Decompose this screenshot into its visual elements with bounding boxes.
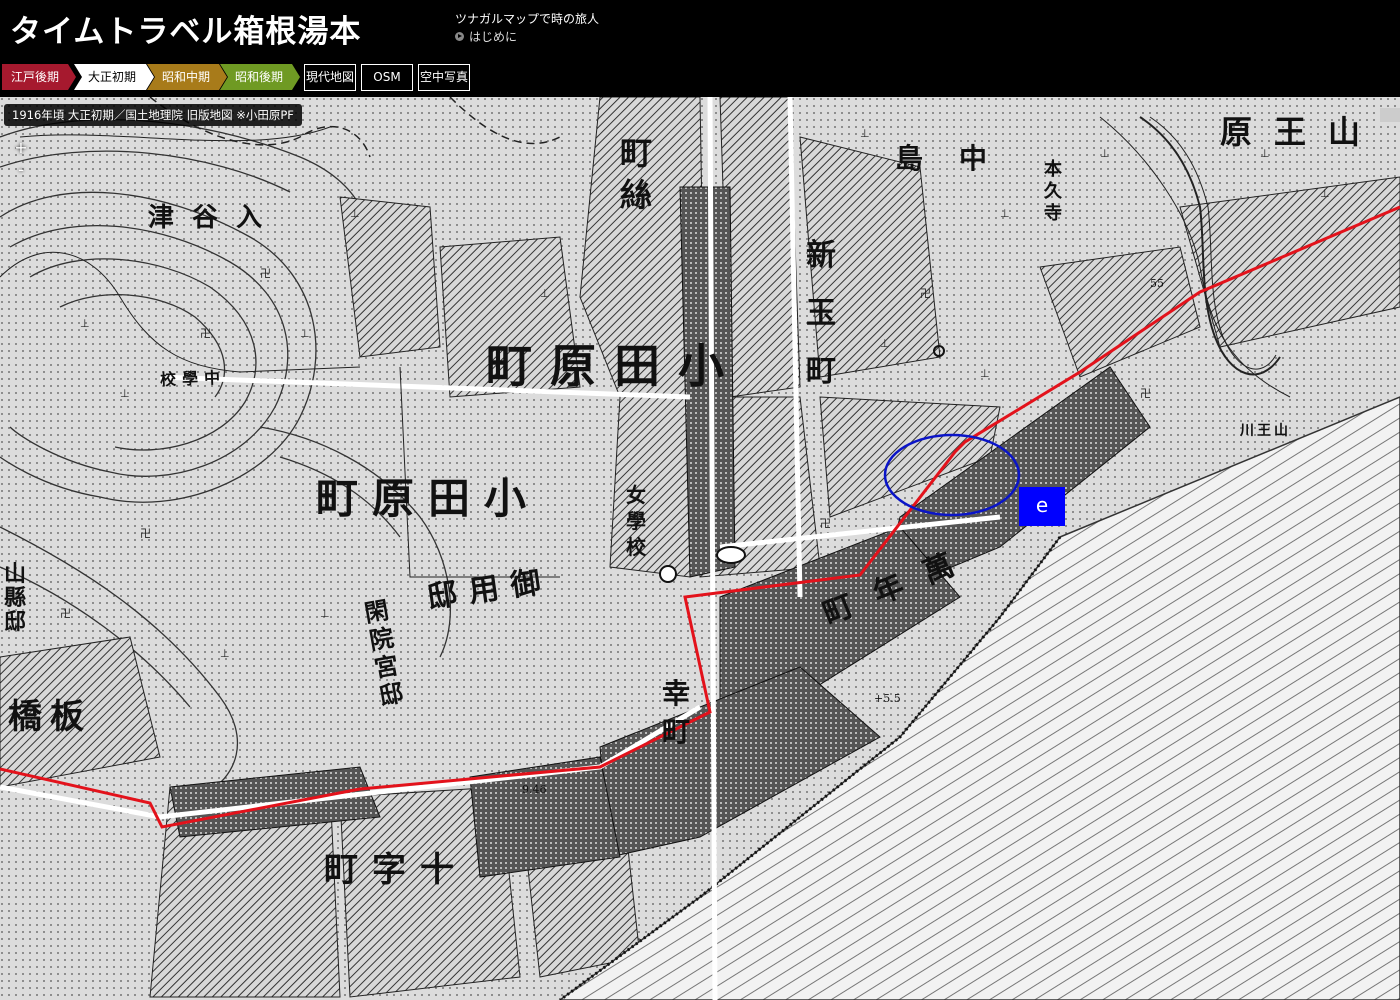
- modern-map-button[interactable]: 現代地図: [304, 64, 356, 91]
- svg-text:卍: 卍: [920, 287, 931, 300]
- svg-text:⊥: ⊥: [540, 287, 550, 300]
- svg-text:⊥: ⊥: [1000, 207, 1010, 220]
- era-tab-showa-late[interactable]: 昭和後期: [220, 64, 300, 90]
- zoom-in-button[interactable]: +: [10, 137, 32, 159]
- svg-text:⊥: ⊥: [80, 317, 90, 330]
- svg-text:卍: 卍: [140, 527, 151, 540]
- era-tab-label: 大正初期: [87, 70, 136, 84]
- svg-text:⊥: ⊥: [300, 327, 310, 340]
- map-label-girls-school: 女學校: [626, 483, 646, 559]
- svg-text:⊥: ⊥: [120, 387, 130, 400]
- svg-text:⊥: ⊥: [1320, 187, 1330, 200]
- map-label-middle-school: 校學中: [159, 367, 227, 390]
- svg-text:⊥: ⊥: [980, 367, 990, 380]
- play-icon: [455, 32, 464, 41]
- map-label-elevation: +5.5: [874, 692, 901, 705]
- era-tab-label: 昭和後期: [234, 70, 283, 84]
- zoom-out-button[interactable]: -: [10, 159, 32, 181]
- intro-link[interactable]: はじめに: [455, 28, 517, 45]
- svg-text:⊥: ⊥: [350, 207, 360, 220]
- era-tab-label: 江戸後期: [10, 70, 59, 84]
- map-label-ito-town: 町絲: [620, 134, 653, 214]
- svg-text:卍: 卍: [260, 267, 271, 280]
- map-label-river: 川王山: [1240, 423, 1291, 439]
- map-label-jujicho: 町字十: [324, 850, 468, 890]
- svg-text:⊥: ⊥: [860, 127, 870, 140]
- svg-text:⊥: ⊥: [220, 647, 230, 660]
- map-label-saiwaicho: 幸町: [662, 677, 691, 748]
- header: タイムトラベル箱根湯本 ツナガルマップで時の旅人 はじめに 江戸後期 大正初期 …: [0, 0, 1400, 97]
- era-tab-taisho[interactable]: 大正初期: [74, 64, 154, 90]
- map-label-elevation: 9.46: [522, 783, 547, 796]
- era-tab-showa-mid[interactable]: 昭和中期: [147, 64, 227, 90]
- map-view[interactable]: ⊥ ⊥ 卍 卍 ⊥ ⊥ ⊥ ⊥ ⊥ ⊥ ⊥ ⊥ ⊥ 卍卍 卍 ⊥ ⊥ ⊥ 卍卍 町原田小 町原田小 島中…: [0, 97, 1400, 1000]
- osm-button[interactable]: OSM: [361, 64, 413, 91]
- map-label-honkyuji: 本久寺: [1044, 159, 1062, 224]
- map-edge-handle[interactable]: [1380, 108, 1400, 122]
- svg-text:卍: 卍: [60, 607, 71, 620]
- site-title[interactable]: タイムトラベル箱根湯本: [10, 6, 361, 51]
- map-label-tsuyairi: 津谷入: [148, 203, 281, 233]
- map-label-elevation: 55: [1150, 277, 1164, 290]
- era-tab-edo[interactable]: 江戸後期: [2, 64, 76, 90]
- tagline: ツナガルマップで時の旅人: [455, 12, 600, 26]
- era-tab-label: 昭和中期: [161, 70, 210, 84]
- map-label-odawara-town: 町原田小: [316, 474, 541, 523]
- aerial-photo-button[interactable]: 空中写真: [418, 64, 470, 91]
- svg-text:⊥: ⊥: [320, 607, 330, 620]
- svg-text:卍: 卍: [200, 327, 211, 340]
- map-label-yamagata-villa: 山縣邸: [4, 561, 27, 635]
- location-marker-e[interactable]: e: [1019, 487, 1065, 526]
- map-caption: 1916年頃 大正初期／国土地理院 旧版地図 ※小田原PF: [4, 104, 302, 126]
- zoom-control: + -: [10, 137, 32, 181]
- map-label-nakajima: 島中: [895, 142, 1024, 175]
- map-label-odawara-town: 町原田小: [486, 339, 742, 393]
- svg-text:卍: 卍: [820, 517, 831, 530]
- intro-link-label: はじめに: [469, 30, 518, 44]
- svg-text:卍: 卍: [1140, 387, 1151, 400]
- map-label-yamaou: 原王山: [1220, 113, 1383, 151]
- map-label-shintama: 新玉町: [806, 238, 836, 389]
- map-label-itabashi: 橋板: [8, 697, 92, 737]
- svg-text:⊥: ⊥: [880, 337, 890, 350]
- svg-text:⊥: ⊥: [1100, 147, 1110, 160]
